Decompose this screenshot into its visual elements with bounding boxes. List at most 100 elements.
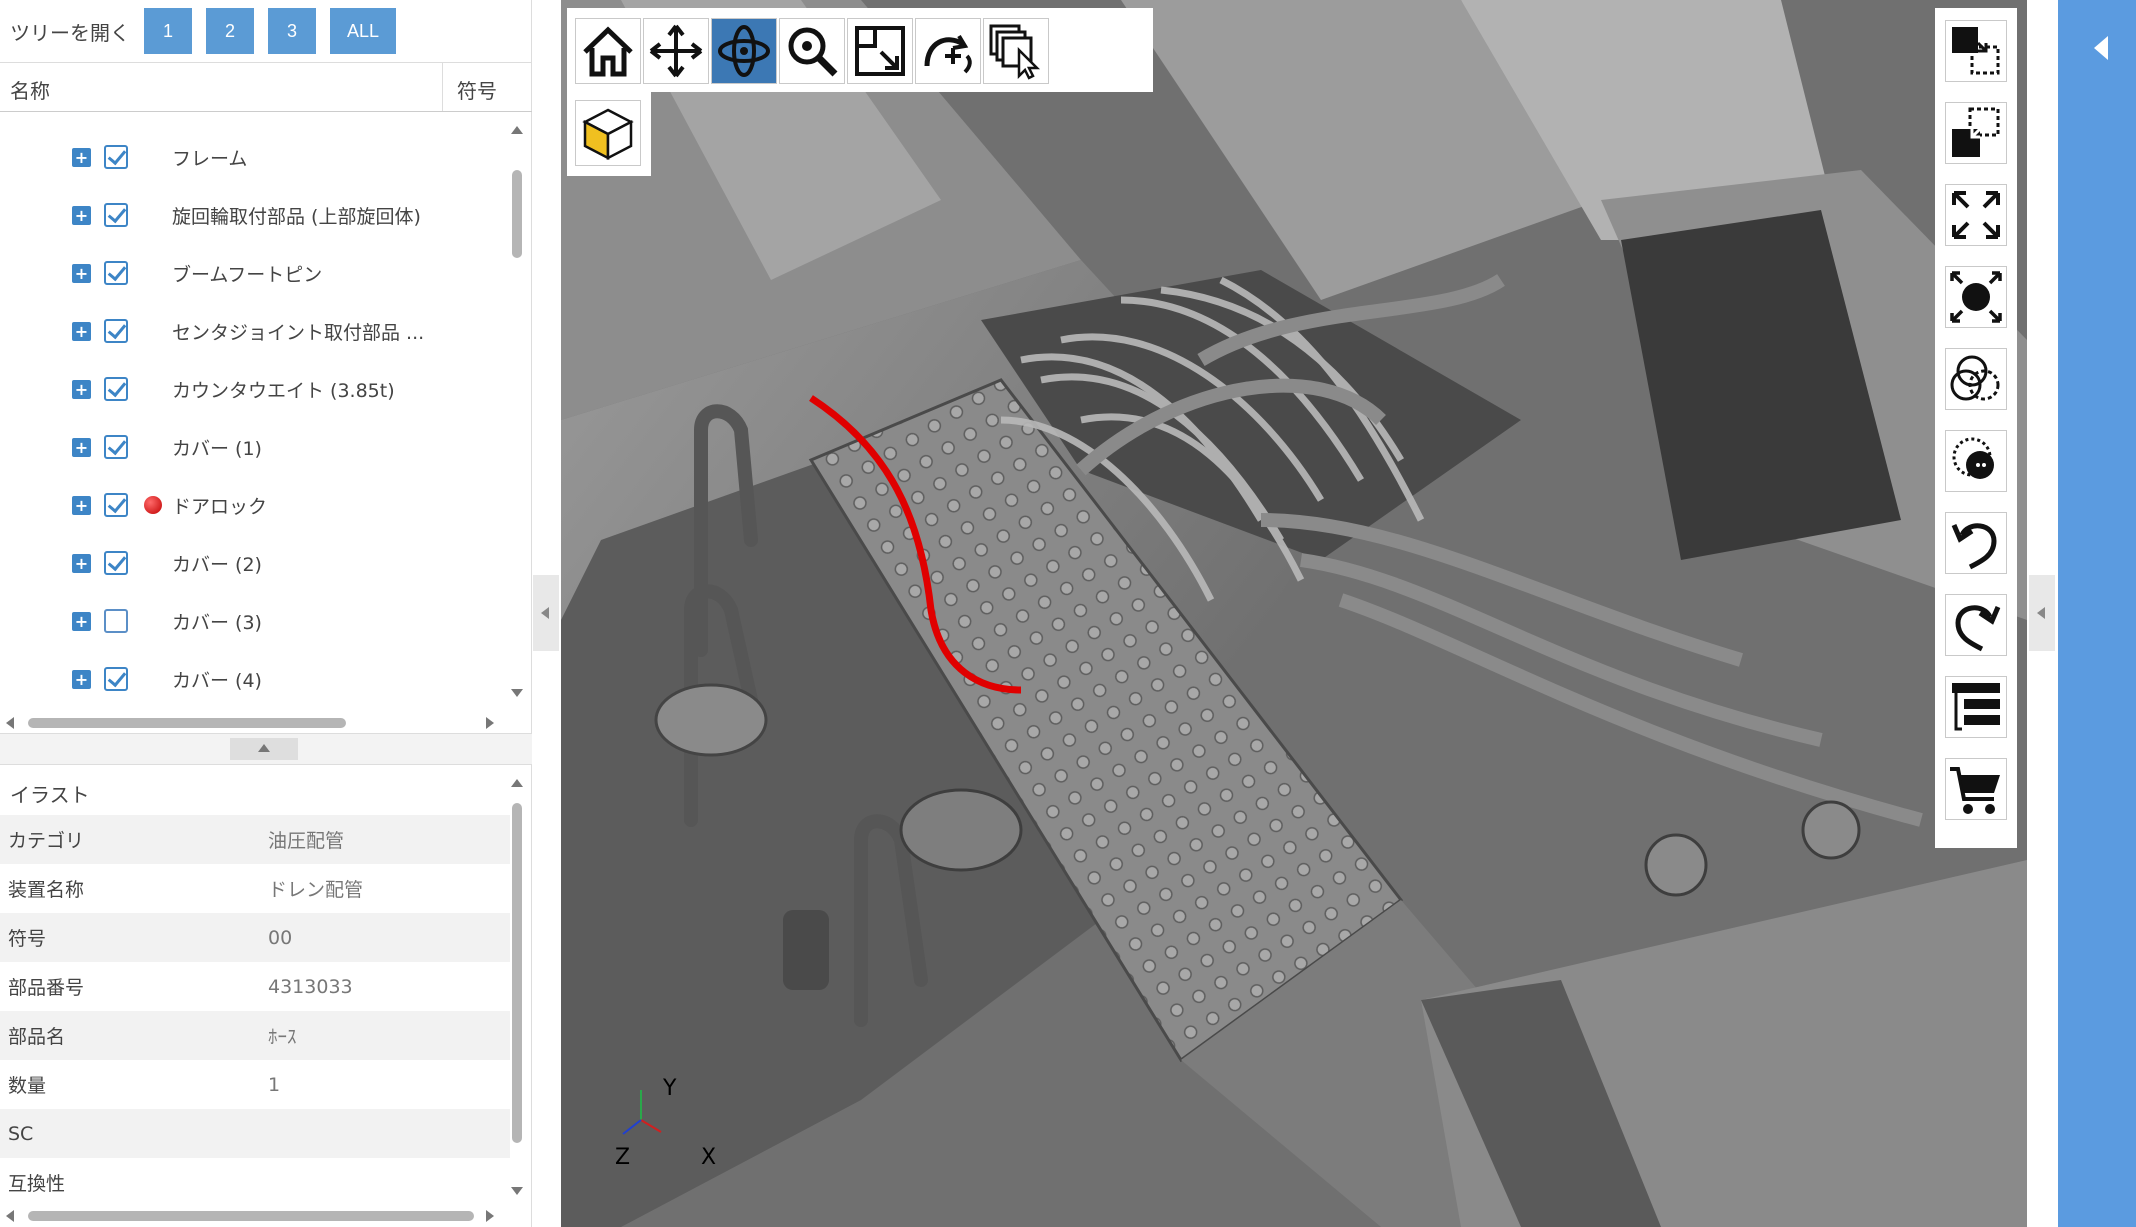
tree-item[interactable]: + ドアロック xyxy=(0,476,510,534)
property-row: 部品番号 4313033 xyxy=(0,962,510,1011)
expand-icon[interactable]: + xyxy=(72,263,91,283)
visibility-checkbox[interactable] xyxy=(104,609,128,633)
zoom-icon xyxy=(788,27,838,77)
splitter-handle[interactable] xyxy=(230,738,298,760)
expand-icon[interactable]: + xyxy=(72,379,91,399)
undo-button[interactable] xyxy=(1945,512,2007,574)
tree-item[interactable]: + カバー (3) xyxy=(0,592,510,650)
tree-item-label[interactable]: センタジョイント取付部品 ... xyxy=(172,318,424,345)
tree-vertical-scrollbar[interactable] xyxy=(510,112,524,707)
tree-item-label[interactable]: カバー (2) xyxy=(172,550,262,577)
visibility-checkbox[interactable] xyxy=(104,667,128,691)
redo-icon xyxy=(1955,605,2001,652)
level-2-button[interactable]: 2 xyxy=(206,8,254,54)
select-multiple-button[interactable] xyxy=(983,18,1049,84)
expand-icon[interactable]: + xyxy=(72,437,91,457)
tree-item-label[interactable]: ブームフートピン xyxy=(172,260,322,287)
tree-item[interactable]: + ブームフートピン xyxy=(0,244,510,302)
tree-item-label[interactable]: 旋回輪取付部品 (上部旋回体) xyxy=(172,202,421,229)
zoom-window-button[interactable] xyxy=(847,18,913,84)
view-cube-button[interactable] xyxy=(575,100,641,166)
select-multiple-icon xyxy=(989,24,1041,80)
isolate-button[interactable] xyxy=(1945,430,2007,492)
fit-all-button[interactable] xyxy=(1945,184,2007,246)
tree-item[interactable]: + カバー (1) xyxy=(0,418,510,476)
scroll-up-icon[interactable] xyxy=(511,126,523,134)
properties-horizontal-scrollbar[interactable] xyxy=(0,1205,510,1227)
tree-item[interactable]: + カバー (2) xyxy=(0,534,510,592)
select-back-button[interactable] xyxy=(1945,102,2007,164)
tree-item-label[interactable]: カバー (4) xyxy=(172,666,262,693)
tree-item-label[interactable]: ドアロック xyxy=(172,492,267,519)
visibility-checkbox[interactable] xyxy=(104,493,128,517)
expand-icon[interactable]: + xyxy=(72,147,91,167)
visibility-checkbox[interactable] xyxy=(104,319,128,343)
tree-item[interactable]: + カバー (4) xyxy=(0,650,510,707)
tree-item[interactable]: + センタジョイント取付部品 ... xyxy=(0,302,510,360)
name-column-header[interactable]: 名称 xyxy=(0,63,443,111)
scroll-thumb[interactable] xyxy=(28,1211,474,1221)
visibility-checkbox[interactable] xyxy=(104,377,128,401)
level-all-button[interactable]: ALL xyxy=(330,8,396,54)
right-sidebar-collapsed[interactable] xyxy=(2058,0,2136,1227)
collapse-viewport-button[interactable] xyxy=(2029,575,2055,651)
transparency-button[interactable] xyxy=(1945,348,2007,410)
fit-selected-button[interactable] xyxy=(1945,266,2007,328)
tree-item-label[interactable]: カバー (1) xyxy=(172,434,262,461)
scroll-right-icon[interactable] xyxy=(486,717,494,729)
scroll-right-icon[interactable] xyxy=(486,1210,494,1222)
visibility-checkbox[interactable] xyxy=(104,261,128,285)
tree-item-label[interactable]: カウンタウエイト (3.85t) xyxy=(172,376,395,403)
tree-item[interactable]: + 旋回輪取付部品 (上部旋回体) xyxy=(0,186,510,244)
scroll-down-icon[interactable] xyxy=(511,1187,523,1195)
scroll-thumb[interactable] xyxy=(28,718,346,728)
expand-sidebar-icon[interactable] xyxy=(2094,36,2108,60)
scroll-up-icon[interactable] xyxy=(511,779,523,787)
property-row: 部品名 ﾎｰｽ xyxy=(0,1011,510,1060)
expand-icon[interactable]: + xyxy=(72,553,91,573)
rotate-plus-button[interactable] xyxy=(915,18,981,84)
tree-item-label[interactable]: カバー (3) xyxy=(172,608,262,635)
property-value: ﾎｰｽ xyxy=(268,1026,297,1048)
list-button[interactable] xyxy=(1945,676,2007,738)
property-value: 4313033 xyxy=(268,975,353,998)
visibility-checkbox[interactable] xyxy=(104,203,128,227)
pan-button[interactable] xyxy=(643,18,709,84)
3d-viewport[interactable]: Y X Z xyxy=(561,0,2027,1227)
model-render[interactable]: Y X Z xyxy=(561,0,2027,1227)
tree-item[interactable]: + カウンタウエイト (3.85t) xyxy=(0,360,510,418)
expand-icon[interactable]: + xyxy=(72,669,91,689)
properties-vertical-scrollbar[interactable] xyxy=(510,765,524,1205)
panel-splitter[interactable] xyxy=(0,733,532,765)
expand-icon[interactable]: + xyxy=(72,611,91,631)
scroll-left-icon[interactable] xyxy=(6,1210,14,1222)
level-1-button[interactable]: 1 xyxy=(144,8,192,54)
code-column-header[interactable]: 符号 xyxy=(443,63,511,111)
zoom-button[interactable] xyxy=(779,18,845,84)
select-front-icon xyxy=(1952,27,2000,75)
level-3-button[interactable]: 3 xyxy=(268,8,316,54)
select-front-button[interactable] xyxy=(1945,20,2007,82)
tree-item[interactable]: + フレーム xyxy=(0,128,510,186)
tree-horizontal-scrollbar[interactable] xyxy=(0,712,510,734)
orbit-button[interactable] xyxy=(711,18,777,84)
scroll-thumb[interactable] xyxy=(512,803,522,1143)
scroll-left-icon[interactable] xyxy=(6,717,14,729)
visibility-checkbox[interactable] xyxy=(104,435,128,459)
expand-icon[interactable]: + xyxy=(72,495,91,515)
property-value: 1 xyxy=(268,1073,281,1096)
home-button[interactable] xyxy=(575,18,641,84)
property-key: 数量 xyxy=(8,1075,47,1097)
tree-toolbar: ツリーを開く 1 2 3 ALL xyxy=(0,0,532,62)
visibility-checkbox[interactable] xyxy=(104,145,128,169)
redo-button[interactable] xyxy=(1945,594,2007,656)
zoom-window-icon xyxy=(855,26,905,76)
expand-icon[interactable]: + xyxy=(72,205,91,225)
cart-button[interactable] xyxy=(1945,758,2007,820)
expand-icon[interactable]: + xyxy=(72,321,91,341)
scroll-thumb[interactable] xyxy=(512,170,522,258)
visibility-checkbox[interactable] xyxy=(104,551,128,575)
collapse-left-panel-button[interactable] xyxy=(533,575,559,651)
scroll-down-icon[interactable] xyxy=(511,689,523,697)
tree-item-label[interactable]: フレーム xyxy=(172,144,247,171)
